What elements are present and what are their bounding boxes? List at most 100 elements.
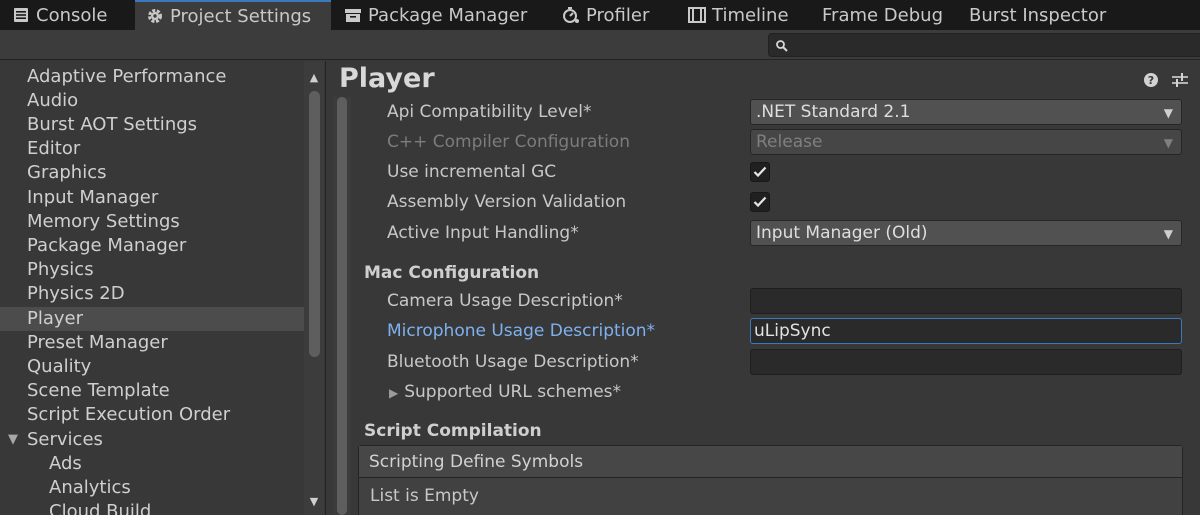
tab-project-settings[interactable]: Project Settings [135, 0, 331, 30]
sidebar-item-label: Physics [27, 259, 94, 280]
sidebar-item-label: Cloud Build [49, 501, 152, 515]
camera-usage-label: Camera Usage Description* [387, 291, 623, 311]
sidebar-item-label: Input Manager [27, 187, 159, 208]
microphone-usage-field[interactable] [750, 318, 1182, 344]
sidebar-item-audio[interactable]: Audio [0, 89, 304, 113]
tab-package-manager[interactable]: Package Manager [344, 0, 527, 30]
help-icon[interactable]: ? [1143, 72, 1159, 92]
search-row [0, 30, 1200, 60]
tab-profiler[interactable]: Profiler [562, 0, 649, 30]
dropdown-value: Input Manager (Old) [756, 223, 928, 243]
microphone-usage-label: Microphone Usage Description* [387, 321, 656, 341]
sidebar-item-analytics[interactable]: Analytics [0, 476, 304, 500]
gear-icon [146, 7, 164, 25]
sidebar-item-ads[interactable]: Ads [0, 452, 304, 476]
sidebar-item-physics[interactable]: Physics [0, 258, 304, 282]
sidebar-item-burst-aot-settings[interactable]: Burst AOT Settings [0, 113, 304, 137]
main-scrollbar[interactable] [333, 97, 351, 515]
dropdown-arrow-icon: ▼ [1163, 106, 1173, 120]
api-compatibility-label: Api Compatibility Level* [387, 102, 592, 122]
sidebar-item-label: Audio [27, 90, 79, 111]
bluetooth-usage-label: Bluetooth Usage Description* [387, 352, 639, 372]
search-input[interactable] [793, 35, 1193, 55]
tab-console[interactable]: Console [12, 0, 107, 30]
cpp-compiler-dropdown: Release ▼ [750, 129, 1182, 155]
list-header: Scripting Define Symbols [359, 446, 1182, 478]
sidebar-item-quality[interactable]: Quality [0, 355, 304, 379]
sidebar-item-physics-2d[interactable]: Physics 2D [0, 282, 304, 306]
camera-usage-field[interactable] [750, 288, 1182, 314]
sidebar-item-label: Memory Settings [27, 211, 180, 232]
sidebar-item-label: Analytics [49, 477, 131, 498]
sidebar-item-label: Scene Template [27, 380, 170, 401]
timeline-icon [688, 6, 706, 24]
sidebar-item-label: Adaptive Performance [27, 66, 227, 87]
sidebar-item-label: Script Execution Order [27, 404, 231, 425]
sidebar-item-label: Quality [27, 356, 92, 377]
cpp-compiler-label: C++ Compiler Configuration [387, 132, 630, 152]
sidebar-item-label: Package Manager [27, 235, 187, 256]
presets-sliders-icon[interactable] [1171, 72, 1189, 92]
checkmark-icon [753, 163, 767, 182]
input-handling-dropdown[interactable]: Input Manager (Old) ▼ [750, 220, 1182, 246]
console-icon [12, 6, 30, 24]
scripting-define-symbols-list: Scripting Define Symbols List is Empty [358, 445, 1183, 515]
sidebar-item-script-execution-order[interactable]: Script Execution Order [0, 403, 304, 427]
sidebar-item-scene-template[interactable]: Scene Template [0, 379, 304, 403]
tab-label: Frame Debug [822, 4, 943, 26]
sidebar-item-label: Editor [27, 138, 81, 159]
dropdown-value: .NET Standard 2.1 [756, 102, 911, 122]
window-tab-bar: Console Project Settings Package Manager… [0, 0, 1200, 30]
settings-sidebar: Adaptive Performance Audio Burst AOT Set… [0, 61, 326, 515]
sidebar-item-preset-manager[interactable]: Preset Manager [0, 331, 304, 355]
sidebar-item-adaptive-performance[interactable]: Adaptive Performance [0, 65, 304, 89]
sidebar-scrollbar-thumb[interactable] [309, 91, 320, 357]
tab-label: Profiler [586, 4, 650, 26]
sidebar-item-editor[interactable]: Editor [0, 137, 304, 161]
search-icon [775, 38, 789, 57]
assembly-validation-label: Assembly Version Validation [387, 192, 627, 212]
tab-label: Project Settings [170, 5, 312, 27]
incremental-gc-label: Use incremental GC [387, 162, 557, 182]
url-schemes-foldout[interactable]: ▶ Supported URL schemes* [389, 379, 621, 405]
assembly-validation-checkbox[interactable] [750, 192, 770, 212]
tab-timeline[interactable]: Timeline [688, 0, 789, 30]
sidebar-item-cloud-build[interactable]: Cloud Build [0, 500, 304, 515]
sidebar-scrollbar[interactable]: ▲ ▼ [304, 61, 324, 515]
scroll-up-arrow-icon[interactable]: ▲ [308, 72, 320, 84]
tab-label: Package Manager [368, 4, 528, 26]
sidebar-item-memory-settings[interactable]: Memory Settings [0, 210, 304, 234]
main-scrollbar-thumb[interactable] [337, 97, 347, 515]
incremental-gc-checkbox[interactable] [750, 162, 770, 182]
svg-text:?: ? [1148, 74, 1154, 87]
sidebar-item-label: Services [27, 429, 103, 450]
sidebar-item-label: Physics 2D [27, 283, 125, 304]
expand-triangle-icon[interactable]: ▼ [8, 428, 18, 452]
sidebar-item-label: Ads [49, 453, 82, 474]
dropdown-value: Release [756, 132, 823, 152]
tab-frame-debug[interactable]: Frame Debug [822, 0, 943, 30]
sidebar-item-graphics[interactable]: Graphics [0, 161, 304, 185]
settings-main-panel: Player ? Api Compatibility Level* .NET S… [327, 61, 1200, 515]
foldout-label: Supported URL schemes* [404, 382, 622, 402]
search-box[interactable] [768, 33, 1200, 57]
package-icon [344, 6, 362, 24]
sidebar-item-label: Burst AOT Settings [27, 114, 198, 135]
bluetooth-usage-field[interactable] [750, 349, 1182, 375]
sidebar-item-input-manager[interactable]: Input Manager [0, 186, 304, 210]
tab-burst-inspector[interactable]: Burst Inspector [969, 0, 1106, 30]
scroll-down-arrow-icon[interactable]: ▼ [308, 496, 320, 508]
input-handling-label: Active Input Handling* [387, 223, 579, 243]
sidebar-item-player[interactable]: Player [0, 307, 304, 331]
dropdown-arrow-icon: ▼ [1163, 227, 1173, 241]
api-compatibility-dropdown[interactable]: .NET Standard 2.1 ▼ [750, 99, 1182, 125]
tab-label: Burst Inspector [969, 4, 1107, 26]
sidebar-item-package-manager[interactable]: Package Manager [0, 234, 304, 258]
checkmark-icon [753, 193, 767, 212]
foldout-triangle-icon: ▶ [389, 386, 399, 400]
sidebar-item-services[interactable]: ▼ Services [0, 428, 304, 452]
dropdown-arrow-icon: ▼ [1163, 136, 1173, 150]
sidebar-item-label: Player [27, 308, 84, 329]
page-title: Player [339, 63, 435, 94]
profiler-icon [562, 6, 580, 24]
